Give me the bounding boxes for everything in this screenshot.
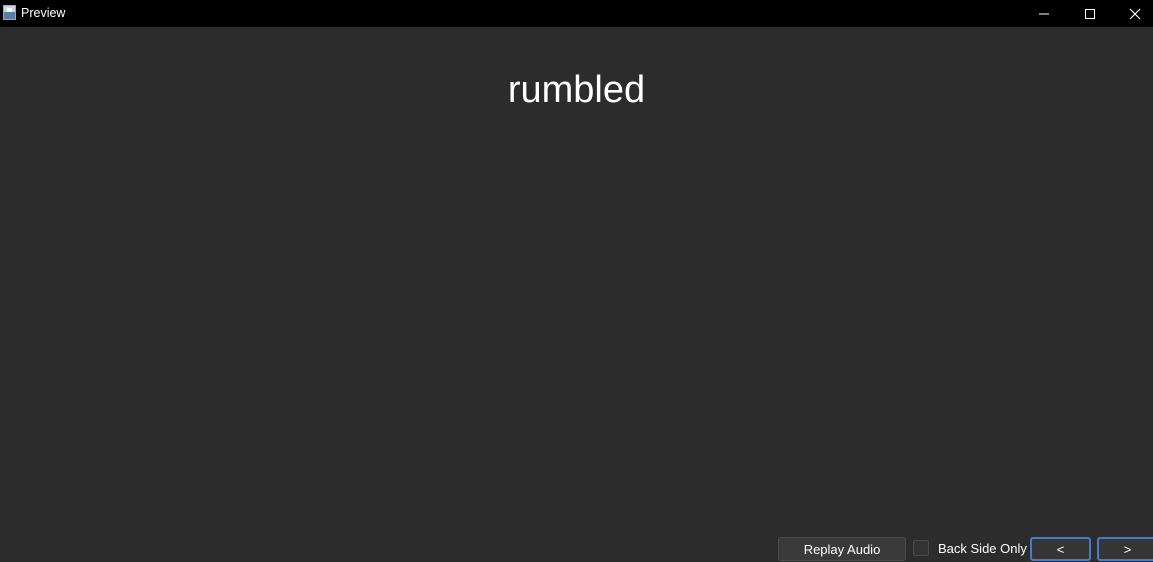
minimize-icon bbox=[1039, 13, 1049, 14]
close-button[interactable] bbox=[1112, 0, 1153, 27]
previous-card-button[interactable]: < bbox=[1030, 537, 1091, 561]
next-card-button[interactable]: > bbox=[1097, 537, 1153, 561]
window-title: Preview bbox=[21, 6, 66, 20]
maximize-button[interactable] bbox=[1067, 0, 1113, 27]
maximize-icon bbox=[1085, 8, 1095, 19]
close-icon bbox=[1129, 8, 1141, 19]
replay-audio-button[interactable]: Replay Audio bbox=[778, 537, 906, 561]
app-icon bbox=[3, 5, 16, 20]
card-front-text: rumbled bbox=[507, 69, 646, 111]
preview-area: rumbled Replay Audio Back Side Only < > bbox=[0, 27, 1153, 561]
back-side-only-checkbox[interactable] bbox=[913, 540, 929, 556]
back-side-only-label[interactable]: Back Side Only bbox=[938, 541, 1027, 557]
minimize-button[interactable] bbox=[1021, 0, 1067, 27]
title-bar[interactable]: Preview bbox=[0, 0, 1153, 27]
